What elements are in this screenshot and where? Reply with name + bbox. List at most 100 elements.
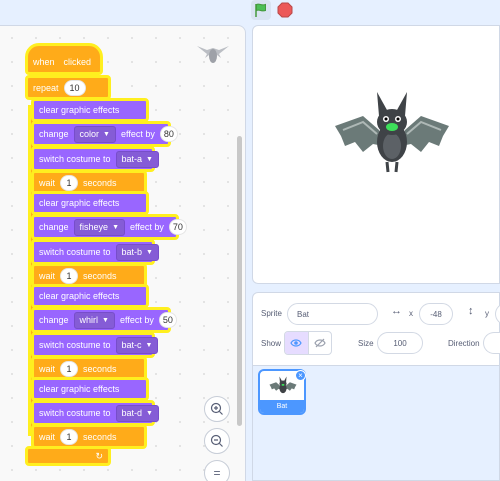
chevron-down-icon: ▼ [145,341,153,349]
stage[interactable] [252,25,500,284]
costume-dropdown[interactable]: bat-a ▼ [115,150,159,168]
clear-graphic-effects-block[interactable]: clear graphic effects [31,98,149,122]
effect-value-input[interactable]: 50 [158,312,177,328]
sprite-name-input[interactable]: Bat [287,303,378,325]
y-arrows-icon: ↕ [468,305,474,317]
green-flag-icon [255,3,266,17]
repeat-label: repeat [33,82,59,93]
clear-graphic-effects-block[interactable]: clear graphic effects [31,377,149,401]
eye-icon [290,339,302,347]
sprite-label: Sprite [261,309,282,318]
bat-sprite[interactable] [333,86,451,178]
x-position-input[interactable]: -48 [419,303,453,325]
repeat-count-input[interactable]: 10 [63,79,86,96]
zoom-in-icon [210,402,223,415]
wait-label: wait [39,431,56,442]
seconds-label: seconds [83,431,117,442]
show-sprite-button[interactable] [285,332,308,354]
zoom-out-button[interactable] [204,428,230,454]
effect-dropdown[interactable]: whirl ▼ [73,311,115,329]
costume-dropdown-value: bat-c [121,340,142,350]
wait-seconds-input[interactable]: 1 [60,174,79,191]
clear-graphic-effects-block[interactable]: clear graphic effects [31,191,149,215]
chevron-down-icon: ▼ [146,409,153,417]
stop-icon [277,2,293,18]
chevron-down-icon: ▼ [102,316,109,324]
y-position-input[interactable] [495,303,500,325]
change-label: change [39,129,69,139]
stop-button[interactable] [275,0,295,20]
effect-dropdown-value: fisheye [79,222,109,232]
effect-dropdown[interactable]: fisheye ▼ [73,218,125,236]
change-label: change [39,315,69,325]
chevron-down-icon: ▼ [146,248,153,256]
y-label: y [485,309,489,318]
size-input[interactable]: 100 [377,332,423,354]
effect-by-label: effect by [119,315,154,325]
wait-seconds-input[interactable]: 1 [60,428,79,445]
hat-when-label: when [33,57,55,67]
clear-effects-label: clear graphic effects [39,105,120,115]
direction-input[interactable] [483,332,500,354]
seconds-label: seconds [83,270,117,281]
switch-costume-label: switch costume to [39,408,111,418]
direction-label: Direction [448,339,480,348]
clear-effects-label: clear graphic effects [39,291,120,301]
green-flag-button[interactable] [251,0,271,20]
costume-dropdown[interactable]: bat-d ▼ [115,404,159,422]
effect-value-input[interactable]: 70 [168,219,187,235]
switch-costume-block[interactable]: switch costume to bat-b ▼ [31,239,159,265]
switch-costume-label: switch costume to [39,340,111,350]
code-scrollbar[interactable] [237,136,242,426]
costume-dropdown-value: bat-b [121,247,143,257]
effect-by-label: effect by [130,222,164,232]
costume-dropdown-value: bat-d [121,408,143,418]
chevron-down-icon: ▼ [112,223,119,231]
size-label: Size [358,339,374,348]
zoom-in-button[interactable] [204,396,230,422]
costume-dropdown[interactable]: bat-c ▼ [115,336,159,354]
clear-effects-label: clear graphic effects [39,384,120,394]
clear-graphic-effects-block[interactable]: clear graphic effects [31,284,149,308]
x-label: x [409,309,413,318]
effect-dropdown-value: color [79,129,100,139]
code-area[interactable]: when clicked repeat 10 clear graphic eff… [0,25,246,481]
chevron-down-icon: ▼ [146,155,153,163]
bat-thumbnail-icon [269,376,297,394]
effect-by-label: effect by [120,129,155,139]
switch-costume-block[interactable]: switch costume to bat-d ▼ [31,400,159,426]
wait-seconds-input[interactable]: 1 [60,360,79,377]
effect-dropdown[interactable]: color ▼ [73,125,116,143]
change-label: change [39,222,69,232]
eye-off-icon [314,338,326,348]
close-icon: × [298,371,303,380]
repeat-block[interactable]: repeat 10 [25,75,111,100]
switch-costume-label: switch costume to [39,154,111,164]
change-effect-block[interactable]: change fisheye ▼ effect by 70 [31,214,187,240]
costume-dropdown[interactable]: bat-b ▼ [115,243,159,261]
seconds-label: seconds [83,177,117,188]
show-label: Show [261,339,282,348]
seconds-label: seconds [83,363,117,374]
x-arrows-icon: ↔ [391,305,402,317]
switch-costume-label: switch costume to [39,247,111,257]
wait-label: wait [39,363,56,374]
switch-costume-block[interactable]: switch costume to bat-c ▼ [31,332,159,358]
repeat-loop-icon: ↻ [95,450,103,461]
visibility-toggle[interactable] [284,331,332,355]
hat-clicked-label: clicked [63,57,92,67]
hide-sprite-button[interactable] [307,332,332,354]
sprite-preview-icon [197,46,229,63]
switch-costume-block[interactable]: switch costume to bat-a ▼ [31,146,159,172]
zoom-reset-button[interactable]: = [204,460,230,481]
when-flag-clicked-block[interactable]: when clicked [25,43,103,75]
delete-sprite-button[interactable]: × [295,370,306,381]
wait-label: wait [39,270,56,281]
effect-dropdown-value: whirl [79,315,99,325]
effect-value-input[interactable]: 80 [159,126,178,142]
repeat-block-end: ↻ [25,446,111,466]
change-effect-block[interactable]: change whirl ▼ effect by 50 [31,307,177,333]
wait-seconds-input[interactable]: 1 [60,267,79,284]
change-effect-block[interactable]: change color ▼ effect by 80 [31,121,178,147]
sprite-tile-label: Bat [260,400,304,413]
